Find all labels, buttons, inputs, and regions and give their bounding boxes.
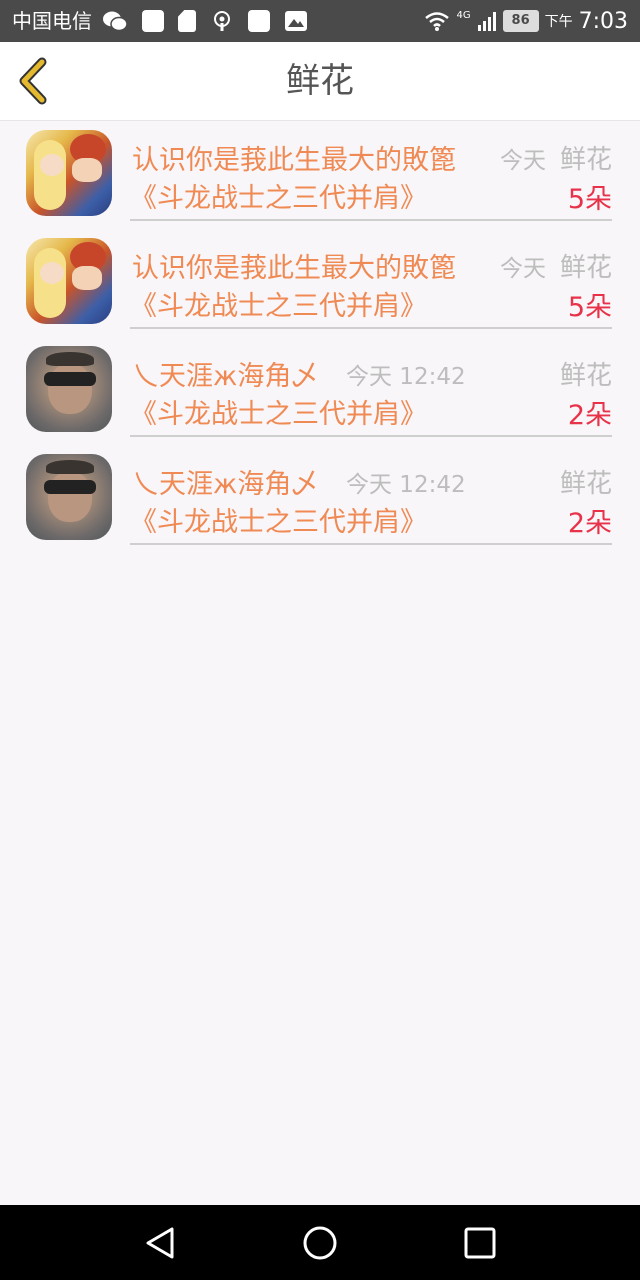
hotspot-icon [214, 11, 230, 31]
app-notification-icon [248, 10, 270, 32]
navigation-bar [0, 1205, 640, 1280]
status-bar: 中国电信 4G 86 下午 7:03 [0, 0, 640, 42]
wechat-icon [103, 11, 128, 32]
divider [130, 543, 612, 545]
clock: 7:03 [578, 8, 628, 34]
sender-name: 认识你是莪此生最大的敗篦 [132, 145, 456, 176]
notification-icons [102, 9, 308, 33]
back-button[interactable] [14, 56, 54, 106]
list-item[interactable]: 乀天涯ж海角乄 今天 12:42 鲜花 《斗龙战士之三代并肩》 2朵 [0, 340, 640, 448]
gift-type: 鲜花 [559, 361, 612, 391]
divider [130, 435, 612, 437]
book-title: 《斗龙战士之三代并肩》 [130, 507, 427, 538]
wifi-icon [425, 12, 450, 31]
book-title: 《斗龙战士之三代并肩》 [130, 291, 427, 322]
triangle-back-icon[interactable] [142, 1225, 178, 1261]
sent-time: 今天 [500, 148, 546, 174]
sent-time: 今天 [500, 256, 546, 282]
network-type: 4G [456, 10, 471, 21]
sent-time: 今天 12:42 [346, 364, 466, 390]
status-right: 4G 86 下午 7:03 [424, 8, 628, 34]
app-header: 鲜花 [0, 42, 640, 121]
book-title: 《斗龙战士之三代并肩》 [130, 399, 427, 430]
square-recents-icon[interactable] [462, 1225, 498, 1261]
gift-type: 鲜花 [559, 469, 612, 499]
divider [130, 219, 612, 221]
sender-name: 认识你是莪此生最大的敗篦 [132, 253, 456, 284]
battery-indicator: 86 [502, 10, 539, 32]
photo-avatar[interactable] [26, 454, 112, 540]
list-item[interactable]: 认识你是莪此生最大的敗篦 今天 鲜花 《斗龙战士之三代并肩》 5朵 [0, 232, 640, 340]
gift-count: 5朵 [567, 292, 612, 323]
circle-home-icon[interactable] [302, 1225, 338, 1261]
gift-count: 5朵 [567, 184, 612, 215]
anime-avatar[interactable] [26, 238, 112, 324]
page-title: 鲜花 [286, 61, 354, 101]
gift-type: 鲜花 [559, 253, 612, 283]
gift-type: 鲜花 [559, 145, 612, 175]
sender-name: 乀天涯ж海角乄 [132, 469, 319, 500]
carrier-label: 中国电信 [12, 9, 92, 33]
clock-ampm: 下午 [544, 14, 573, 30]
anime-avatar[interactable] [26, 130, 112, 216]
gallery-icon [285, 11, 307, 31]
signal-icon [477, 12, 496, 31]
app-notification-icon [142, 10, 164, 32]
flower-list: 认识你是莪此生最大的敗篦 今天 鲜花 《斗龙战士之三代并肩》 5朵 认识你是莪此… [0, 124, 640, 556]
sender-name: 乀天涯ж海角乄 [132, 361, 319, 392]
photo-avatar[interactable] [26, 346, 112, 432]
gift-count: 2朵 [567, 508, 612, 539]
sd-card-icon [178, 10, 196, 32]
book-title: 《斗龙战士之三代并肩》 [130, 183, 427, 214]
list-item[interactable]: 乀天涯ж海角乄 今天 12:42 鲜花 《斗龙战士之三代并肩》 2朵 [0, 448, 640, 556]
list-item[interactable]: 认识你是莪此生最大的敗篦 今天 鲜花 《斗龙战士之三代并肩》 5朵 [0, 124, 640, 232]
sent-time: 今天 12:42 [346, 472, 466, 498]
divider [130, 327, 612, 329]
gift-count: 2朵 [567, 400, 612, 431]
